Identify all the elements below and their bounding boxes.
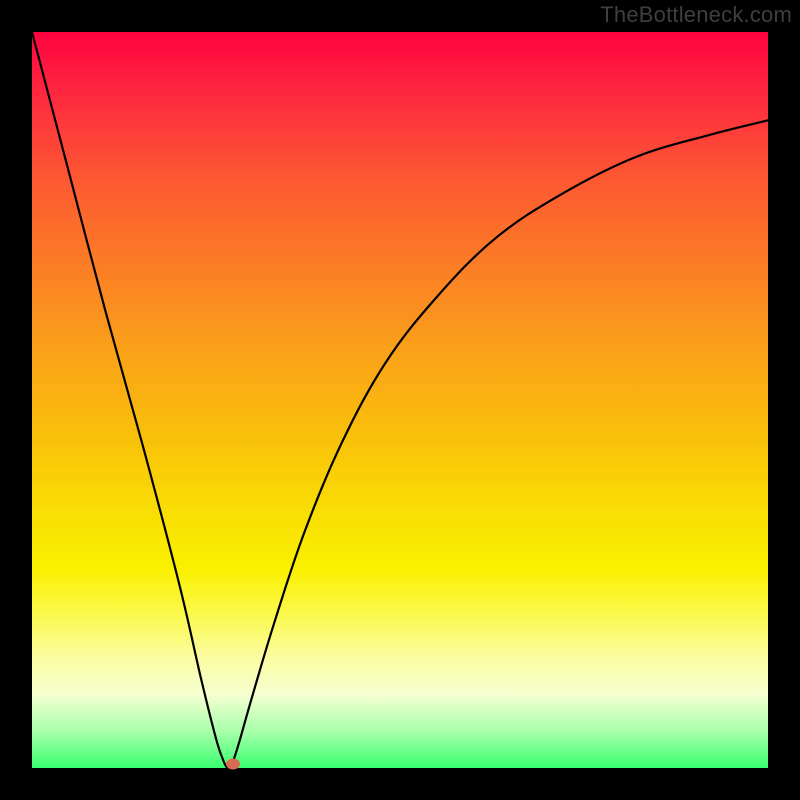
chart-frame: TheBottleneck.com	[0, 0, 800, 800]
optimum-marker	[226, 759, 240, 770]
curve-layer	[32, 32, 768, 768]
watermark-label: TheBottleneck.com	[600, 2, 792, 28]
curve-right-branch	[231, 120, 768, 768]
plot-area	[32, 32, 768, 768]
curve-left-branch	[32, 32, 227, 768]
